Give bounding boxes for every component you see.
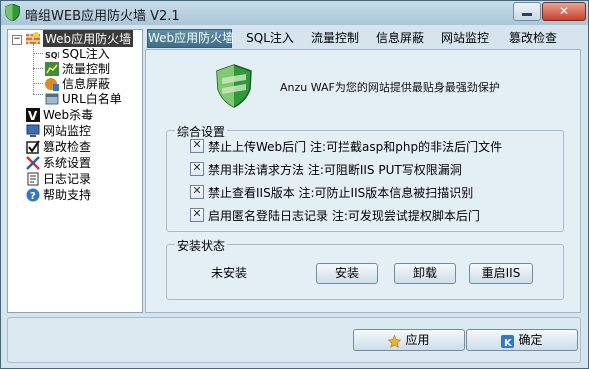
app-window: 暗组WEB应用防火墙 V2.1 ✕ − Web应用防火墙 SQL SQL注入 <box>0 0 589 369</box>
checkbox-check-icon: ✕ <box>192 207 202 220</box>
tab-web-firewall[interactable]: Web应用防火墙 <box>147 29 234 48</box>
restart-iis-button[interactable]: 重启IIS <box>469 263 533 284</box>
checkbox-check-icon <box>26 139 40 154</box>
tree-item-sql-injection[interactable]: SQL SQL注入 <box>45 46 110 61</box>
checkbox[interactable]: ✕ <box>190 138 204 153</box>
star-icon <box>388 334 402 348</box>
tab-traffic-control[interactable]: 流量控制 <box>305 29 365 48</box>
tab-tamper-check[interactable]: 篡改检查 <box>503 29 563 48</box>
checkbox[interactable]: ✕ <box>190 184 204 199</box>
tree-item-system-settings[interactable]: 系统设置 <box>26 155 91 170</box>
option-block-webshell[interactable]: ✕ 禁止上传Web后门 注:可拦截asp和php的非法后门文件 <box>190 138 502 154</box>
tree-collapse-toggle[interactable]: − <box>12 35 22 45</box>
tree-item-site-monitor[interactable]: 网站监控 <box>26 123 91 138</box>
virus-v-icon: V <box>26 107 40 123</box>
tree-item-url-whitelist[interactable]: URL白名单 <box>45 91 122 106</box>
svg-text:V: V <box>28 109 38 122</box>
chart-icon <box>45 61 59 76</box>
apply-button[interactable]: 应用 <box>353 329 465 351</box>
option-label: 禁用非法请求方法 注:可阻断IIS PUT写权限漏洞 <box>208 162 462 177</box>
firewall-icon <box>26 31 40 46</box>
uninstall-button[interactable]: 卸载 <box>394 263 456 284</box>
footer-bar: 应用 K 确定 <box>7 317 581 363</box>
option-block-illegal-methods[interactable]: ✕ 禁用非法请求方法 注:可阻断IIS PUT写权限漏洞 <box>190 161 462 177</box>
checkbox-check-icon: ✕ <box>192 184 202 197</box>
checkbox[interactable]: ✕ <box>190 161 204 176</box>
tree-item-help[interactable]: ? 帮助支持 <box>26 187 91 202</box>
window-title: 暗组WEB应用防火墙 V2.1 <box>25 9 180 24</box>
sql-icon: SQL <box>45 47 63 61</box>
tree-item-web-antivirus[interactable]: V Web杀毒 <box>26 107 93 123</box>
green-shield-icon <box>5 4 20 21</box>
svg-text:?: ? <box>30 191 36 202</box>
ok-button[interactable]: K 确定 <box>466 329 578 351</box>
close-icon: ✕ <box>558 4 570 18</box>
main-panel: Anzu WAF为您的网站提供最贴身最强劲保护 综合设置 ✕ 禁止上传Web后门… <box>145 49 581 313</box>
window-controls: ✕ <box>512 2 586 21</box>
tree-item-traffic-control[interactable]: 流量控制 <box>45 61 110 76</box>
checkbox[interactable]: ✕ <box>190 207 204 222</box>
install-status: 未安装 <box>211 266 248 280</box>
title-bar[interactable]: 暗组WEB应用防火墙 V2.1 ✕ <box>1 1 588 25</box>
green-shield-logo <box>216 64 252 108</box>
option-label: 禁止上传Web后门 注:可拦截asp和php的非法后门文件 <box>208 139 503 154</box>
tree-item-logs[interactable]: 日志记录 <box>26 171 91 186</box>
monitor-icon <box>26 124 40 138</box>
svg-text:K: K <box>504 338 513 348</box>
checkbox-check-icon: ✕ <box>192 161 202 174</box>
help-icon: ? <box>26 188 40 202</box>
shield-block-icon <box>45 77 59 91</box>
tree-item-tamper-check[interactable]: 篡改检查 <box>26 139 91 154</box>
url-icon <box>45 92 59 106</box>
option-label: 禁止查看IIS版本 注:可防止IIS版本信息被扫描识别 <box>208 185 474 200</box>
nav-tree: − Web应用防火墙 SQL SQL注入 流量控制 信息屏蔽 URL白名单 <box>7 29 143 313</box>
tab-info-shield[interactable]: 信息屏蔽 <box>370 29 430 48</box>
minimize-icon <box>522 13 532 16</box>
tree-item-info-shield[interactable]: 信息屏蔽 <box>45 76 110 91</box>
tab-sql-injection[interactable]: SQL注入 <box>245 29 295 48</box>
option-hide-iis-version[interactable]: ✕ 禁止查看IIS版本 注:可防止IIS版本信息被扫描识别 <box>190 184 473 200</box>
install-group-title: 安装状态 <box>175 237 228 254</box>
checkbox-check-icon: ✕ <box>192 138 202 151</box>
tools-icon <box>26 155 40 170</box>
close-button[interactable]: ✕ <box>542 2 586 21</box>
tab-site-monitor[interactable]: 网站监控 <box>435 29 495 48</box>
option-anon-login-log[interactable]: ✕ 启用匿名登陆日志记录 注:可发现尝试提权脚本后门 <box>190 207 480 223</box>
svg-text:SQL: SQL <box>45 51 59 60</box>
log-icon <box>26 172 40 186</box>
install-button[interactable]: 安装 <box>316 263 378 284</box>
minimize-button[interactable] <box>513 2 541 21</box>
ok-k-icon: K <box>501 334 515 349</box>
option-label: 启用匿名登陆日志记录 注:可发现尝试提权脚本后门 <box>208 208 480 223</box>
tab-bar: Web应用防火墙 SQL注入 流量控制 信息屏蔽 网站监控 篡改检查 <box>145 29 581 49</box>
slogan-text: Anzu WAF为您的网站提供最贴身最强劲保护 <box>280 81 500 94</box>
tree-item-web-firewall[interactable]: Web应用防火墙 <box>26 30 134 47</box>
